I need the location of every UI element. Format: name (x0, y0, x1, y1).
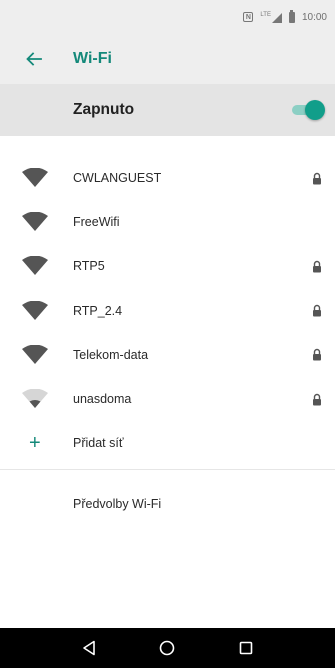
network-name: CWLANGUEST (73, 171, 162, 186)
add-network-label: Přidat síť (73, 436, 124, 451)
wifi-signal-full-icon (22, 212, 48, 232)
navigation-bar (0, 628, 335, 668)
nav-back-button[interactable] (74, 633, 104, 663)
page-title: Wi-Fi (73, 50, 112, 67)
network-list: CWLANGUEST FreeWifi RTP5 RTP_2.4 Telekom… (0, 156, 335, 421)
plus-icon: + (29, 432, 41, 455)
network-name: unasdoma (73, 392, 132, 407)
lock-icon (313, 393, 321, 406)
wifi-signal-full-icon (22, 300, 48, 320)
network-item[interactable]: RTP5 (0, 244, 335, 288)
network-type-label: LTE (260, 11, 271, 18)
status-bar: N LTE 10:00 (0, 0, 335, 34)
app-bar: Wi-Fi (0, 34, 335, 84)
wifi-signal-full-icon (22, 344, 48, 364)
signal-icon: LTE (260, 12, 282, 23)
network-item[interactable]: FreeWifi (0, 200, 335, 244)
nav-home-button[interactable] (152, 633, 182, 663)
network-item[interactable]: Telekom-data (0, 333, 335, 377)
nav-recents-icon (239, 641, 253, 655)
arrow-left-icon (26, 52, 42, 66)
nav-recents-button[interactable] (231, 633, 261, 663)
network-name: RTP_2.4 (73, 303, 123, 318)
lock-icon (313, 260, 321, 273)
lock-icon (313, 172, 321, 185)
network-name: FreeWifi (73, 215, 120, 230)
wifi-signal-full-icon (22, 168, 48, 188)
wifi-preferences-label: Předvolby Wi-Fi (73, 497, 162, 512)
toggle-thumb (305, 100, 325, 120)
wifi-preferences-item[interactable]: Předvolby Wi-Fi (0, 470, 335, 538)
back-button[interactable] (14, 39, 54, 79)
network-item[interactable]: RTP_2.4 (0, 289, 335, 333)
nav-home-icon (160, 640, 175, 656)
lock-icon (313, 304, 321, 317)
status-time: 10:00 (301, 11, 327, 23)
battery-icon (288, 9, 295, 23)
wifi-signal-full-icon (22, 256, 48, 276)
wifi-master-switch-label: Zapnuto (73, 101, 135, 118)
network-item[interactable]: unasdoma (0, 377, 335, 421)
nfc-icon: N (243, 12, 254, 22)
network-name: RTP5 (73, 259, 105, 274)
wifi-settings-screen: N LTE 10:00 Wi-Fi Zapnuto CWLANGUEST Fre… (0, 0, 335, 668)
add-network-button[interactable]: + Přidat síť (0, 421, 335, 465)
lock-icon (313, 349, 321, 361)
network-item[interactable]: CWLANGUEST (0, 156, 335, 200)
nav-back-icon (83, 640, 95, 656)
wifi-toggle[interactable] (292, 100, 325, 120)
network-name: Telekom-data (73, 347, 149, 362)
wifi-master-switch-row[interactable]: Zapnuto (0, 84, 335, 136)
wifi-signal-weak-icon (22, 389, 48, 409)
